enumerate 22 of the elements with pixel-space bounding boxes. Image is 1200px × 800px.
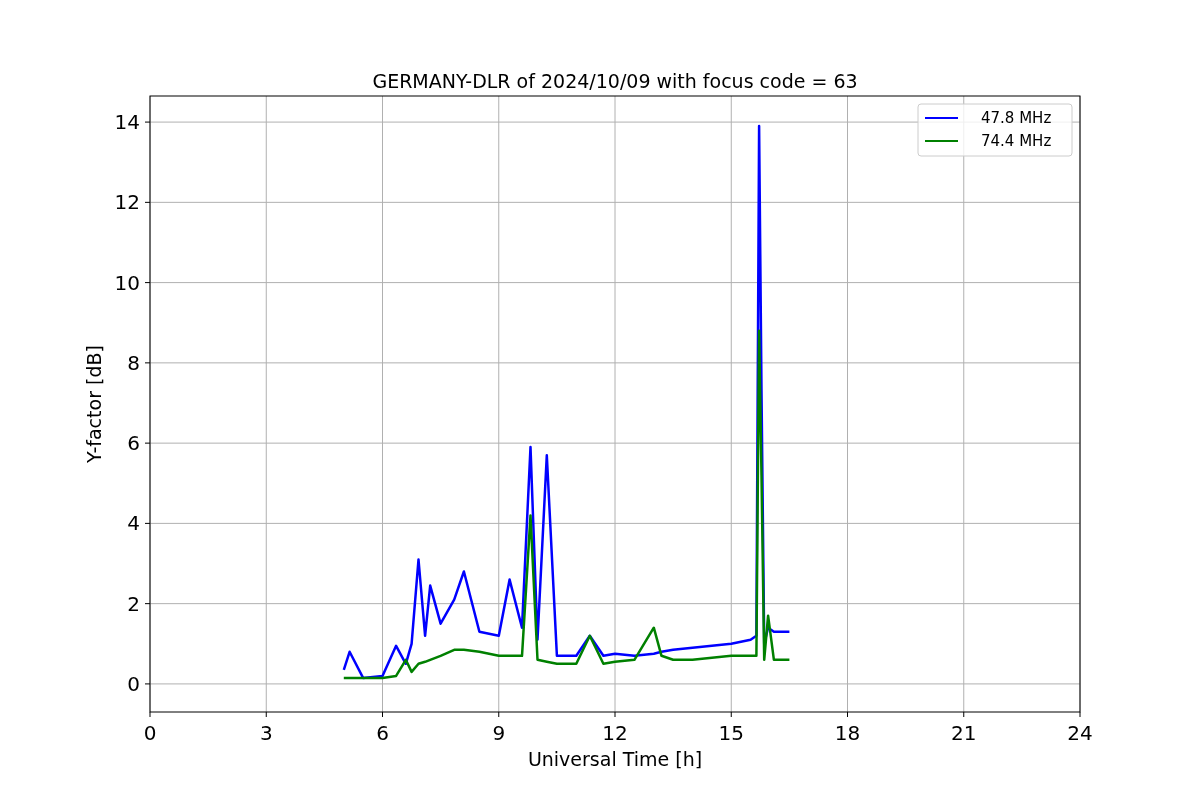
y-tick-label: 14 [114, 110, 140, 135]
x-tick-label: 24 [1067, 721, 1093, 745]
x-tick-label: 18 [834, 721, 861, 745]
y-tick-label: 10 [114, 270, 140, 295]
x-tick-label: 6 [376, 721, 389, 745]
y-tick-label: 12 [114, 190, 140, 215]
x-tick-label: 12 [602, 721, 628, 745]
y-tick-label: 2 [127, 591, 140, 616]
x-tick-label: 21 [951, 721, 977, 745]
x-tick-label: 9 [492, 721, 506, 745]
x-tick-label: 15 [718, 721, 744, 745]
x-tick-label: 0 [143, 721, 157, 745]
x-axis-label: Universal Time [h] [527, 748, 703, 770]
chart-title: GERMANY-DLR of 2024/10/09 with focus code = 63 [372, 70, 858, 92]
y-tick-label: 4 [127, 511, 140, 536]
y-tick-label: 0 [127, 671, 140, 696]
legend-label: 47.8 MHz [981, 109, 1052, 127]
y-axis-label: Y-factor [dB] [83, 345, 105, 463]
x-tick-label: 3 [259, 721, 273, 745]
y-tick-label: 8 [127, 350, 140, 375]
y-tick-label: 6 [127, 431, 140, 456]
legend-label: 74.4 MHz [981, 132, 1052, 150]
